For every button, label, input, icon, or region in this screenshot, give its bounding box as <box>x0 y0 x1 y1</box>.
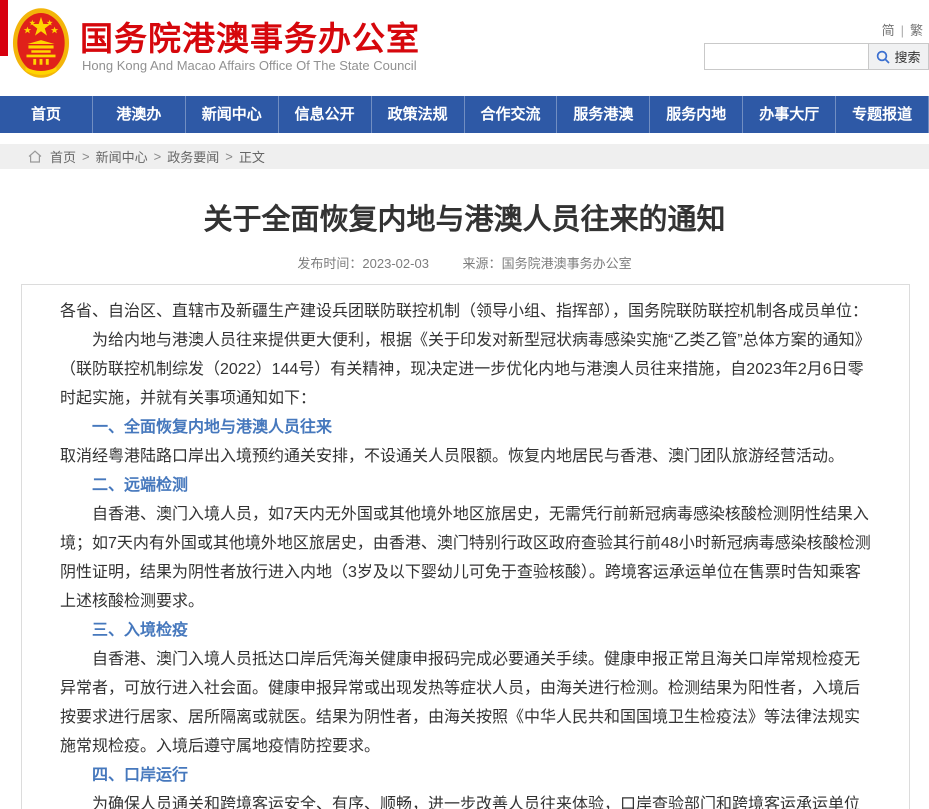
nav-item-home[interactable]: 首页 <box>0 96 93 133</box>
nav-item-serve-mainland[interactable]: 服务内地 <box>650 96 743 133</box>
site-subtitle: Hong Kong And Macao Affairs Office Of Th… <box>82 58 417 73</box>
nav-item-policies[interactable]: 政策法规 <box>372 96 465 133</box>
section-heading-4: 四、口岸运行 <box>60 761 871 790</box>
article-meta: 发布时间：2023-02-03 来源：国务院港澳事务办公室 <box>0 253 929 272</box>
breadcrumb-home[interactable]: 首页 <box>50 147 76 166</box>
main-nav: 首页 港澳办 新闻中心 信息公开 政策法规 合作交流 服务港澳 服务内地 办事大… <box>0 96 929 133</box>
breadcrumb-separator: > <box>154 149 162 164</box>
red-accent-bar <box>0 0 8 56</box>
home-icon <box>28 150 42 163</box>
article-paragraph: 自香港、澳门入境人员，如7天内无外国或其他境外地区旅居史，无需凭行前新冠病毒感染… <box>60 500 871 616</box>
search-button[interactable]: 搜索 <box>868 43 929 70</box>
lang-traditional[interactable]: 繁 <box>910 23 923 38</box>
language-toggle: 简 | 繁 <box>882 20 923 39</box>
section-heading-1: 一、全面恢复内地与港澳人员往来 <box>60 413 871 442</box>
national-emblem-icon <box>12 7 70 79</box>
nav-item-special-reports[interactable]: 专题报道 <box>836 96 929 133</box>
article-paragraph: 自香港、澳门入境人员抵达口岸后凭海关健康申报码完成必要通关手续。健康申报正常且海… <box>60 645 871 761</box>
section-heading-2: 二、远端检测 <box>60 471 871 500</box>
nav-item-news-center[interactable]: 新闻中心 <box>186 96 279 133</box>
article-paragraph: 取消经粤港陆路口岸出入境预约通关安排，不设通关人员限额。恢复内地居民与香港、澳门… <box>60 442 871 471</box>
breadcrumb-separator: > <box>82 149 90 164</box>
article-paragraph: 为给内地与港澳人员往来提供更大便利，根据《关于印发对新型冠状病毒感染实施“乙类乙… <box>60 326 871 413</box>
search-bar: 搜索 <box>704 43 929 70</box>
breadcrumb-current: 正文 <box>239 147 265 166</box>
publish-time: 发布时间：2023-02-03 <box>297 256 429 271</box>
nav-item-hmo[interactable]: 港澳办 <box>93 96 186 133</box>
breadcrumb-news-center[interactable]: 新闻中心 <box>96 147 148 166</box>
nav-item-cooperation[interactable]: 合作交流 <box>465 96 558 133</box>
article-body: 各省、自治区、直辖市及新疆生产建设兵团联防联控机制（领导小组、指挥部），国务院联… <box>21 284 910 809</box>
site-logo[interactable] <box>12 7 70 79</box>
search-icon <box>876 50 890 64</box>
site-title: 国务院港澳事务办公室 <box>80 12 420 60</box>
lang-separator: | <box>901 23 904 38</box>
article-title: 关于全面恢复内地与港澳人员往来的通知 <box>0 196 929 238</box>
site-header: 国务院港澳事务办公室 Hong Kong And Macao Affairs O… <box>0 0 929 96</box>
section-heading-3: 三、入境检疫 <box>60 616 871 645</box>
search-button-label: 搜索 <box>894 47 920 66</box>
breadcrumb-separator: > <box>225 149 233 164</box>
nav-item-serve-hkmo[interactable]: 服务港澳 <box>557 96 650 133</box>
nav-item-info-disclosure[interactable]: 信息公开 <box>279 96 372 133</box>
search-input[interactable] <box>704 43 868 70</box>
salutation: 各省、自治区、直辖市及新疆生产建设兵团联防联控机制（领导小组、指挥部），国务院联… <box>60 297 871 326</box>
lang-simplified[interactable]: 简 <box>882 23 895 38</box>
article-source: 来源：国务院港澳事务办公室 <box>463 256 632 271</box>
breadcrumb-gov-news[interactable]: 政务要闻 <box>167 147 219 166</box>
nav-item-service-hall[interactable]: 办事大厅 <box>743 96 836 133</box>
article-paragraph: 为确保人员通关和跨境客运安全、有序、顺畅，进一步改善人员往来体验，口岸查验部门和… <box>60 790 871 809</box>
breadcrumb: 首页 > 新闻中心 > 政务要闻 > 正文 <box>0 144 929 169</box>
